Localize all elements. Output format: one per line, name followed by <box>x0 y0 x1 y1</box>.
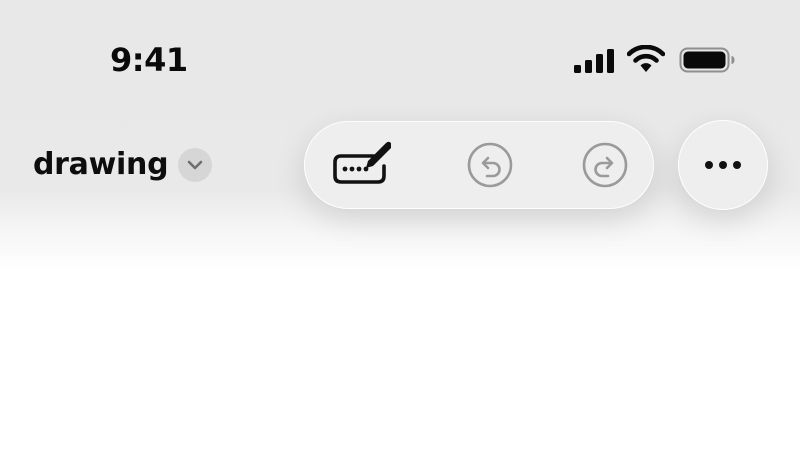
undo-icon <box>467 142 513 188</box>
document-title[interactable]: drawing <box>33 144 169 186</box>
wifi-icon <box>626 44 666 73</box>
more-options-button[interactable] <box>678 120 768 210</box>
status-bar: 9:41 <box>0 0 800 100</box>
markup-button[interactable] <box>331 135 391 195</box>
drawing-toolbar <box>304 121 654 209</box>
status-time: 9:41 <box>110 41 188 79</box>
undo-button[interactable] <box>460 135 520 195</box>
markup-pen-icon <box>333 141 391 184</box>
redo-icon <box>582 142 628 188</box>
redo-button[interactable] <box>575 135 635 195</box>
chevron-down-icon <box>187 160 203 170</box>
ellipsis-icon <box>705 161 741 169</box>
battery-level-fill <box>683 51 726 69</box>
battery-icon <box>679 46 735 74</box>
drawing-canvas[interactable] <box>0 270 800 450</box>
cellular-signal-icon <box>574 49 616 73</box>
title-menu-button[interactable] <box>178 148 212 182</box>
